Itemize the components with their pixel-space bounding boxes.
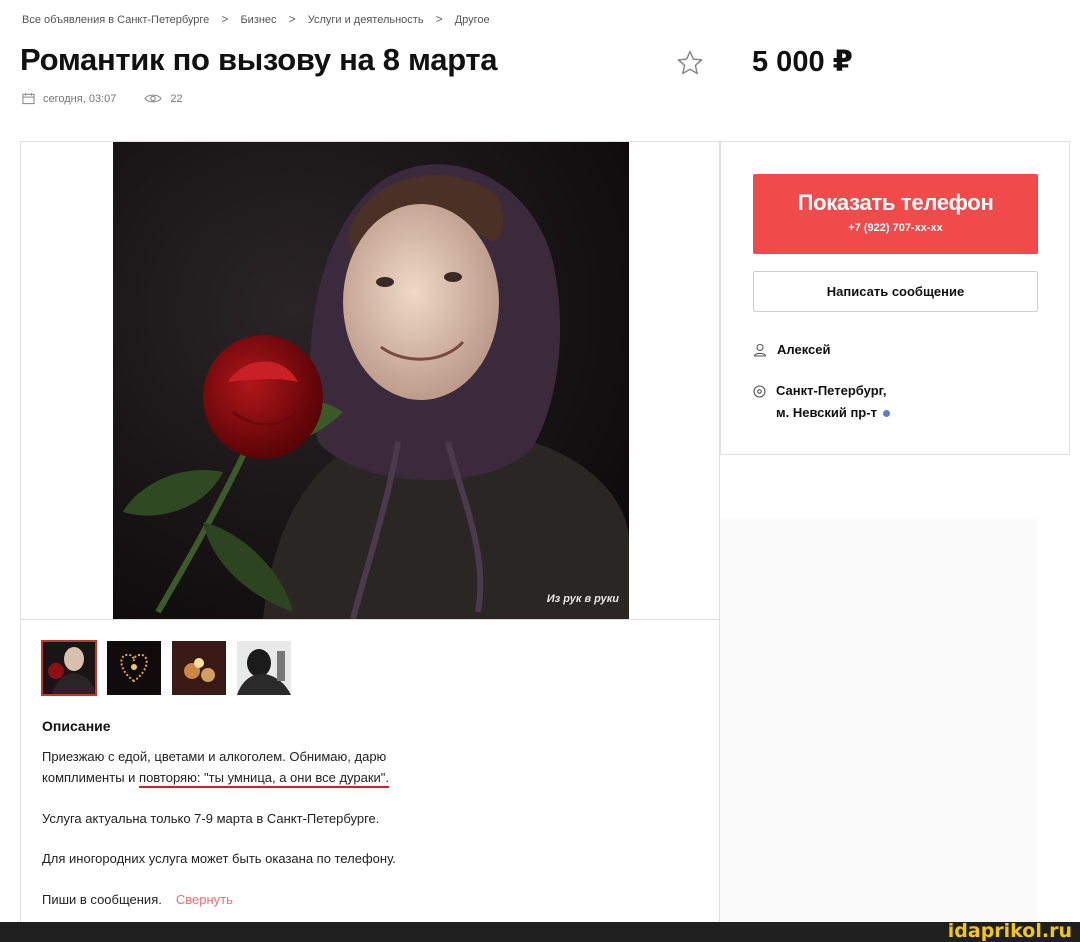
photo-watermark: Из рук в руки xyxy=(546,593,619,605)
user-icon xyxy=(753,343,767,357)
show-phone-label: Показать телефон xyxy=(797,190,994,215)
site-mark: idaprikol.ru xyxy=(947,920,1072,942)
breadcrumb-item-all[interactable]: Все объявления в Санкт-Петербурге xyxy=(22,14,209,26)
phone-masked: +7 (922) 707-xx-xx xyxy=(848,222,943,234)
breadcrumb-item-business[interactable]: Бизнес xyxy=(240,14,276,26)
description-line-2-prefix: комплименты и xyxy=(42,770,140,785)
calendar-icon xyxy=(22,92,35,105)
breadcrumb-item-other[interactable]: Другое xyxy=(455,14,490,26)
views-counter: 22 xyxy=(144,92,183,105)
description-heading: Описание xyxy=(42,718,111,734)
description-paragraph-2: Услуга актуальна только 7-9 марта в Санк… xyxy=(42,811,380,826)
listing-date: сегодня, 03:07 xyxy=(43,92,117,105)
bottom-bar: idaprikol.ru xyxy=(0,920,1080,942)
eye-icon xyxy=(144,94,163,103)
star-outline-icon[interactable] xyxy=(675,48,705,78)
page-title: Романтик по вызову на 8 марта xyxy=(20,42,498,77)
description-paragraph-4: Пиши в сообщения. Свернуть xyxy=(42,889,233,910)
thumbnail-4[interactable] xyxy=(237,641,291,695)
views-count: 22 xyxy=(170,92,183,105)
thumbnail-strip xyxy=(41,640,302,696)
description-underlined-quote: повторяю: "ты умница, а они все дураки". xyxy=(139,770,390,788)
breadcrumb-separator: > xyxy=(288,12,296,26)
write-message-button[interactable]: Написать сообщение xyxy=(753,271,1038,312)
breadcrumb-item-services[interactable]: Услуги и деятельность xyxy=(308,14,424,26)
sidebar-blank-area xyxy=(720,519,1038,922)
thumbnail-3[interactable] xyxy=(172,641,226,695)
location-text: Санкт-Петербург, м. Невский пр-т xyxy=(776,380,890,424)
main-photo[interactable]: Из рук в руки xyxy=(113,142,629,619)
map-pin-icon xyxy=(753,385,766,398)
show-phone-button[interactable]: Показать телефон +7 (922) 707-xx-xx xyxy=(753,174,1038,254)
breadcrumb: Все объявления в Санкт-Петербурге > Бизн… xyxy=(22,12,490,26)
listing-meta: сегодня, 03:07 22 xyxy=(22,92,183,105)
collapse-link[interactable]: Свернуть xyxy=(176,892,233,907)
price: 5 000 ₽ xyxy=(752,46,853,78)
description-line-1: Приезжаю с едой, цветами и алкоголем. Об… xyxy=(42,749,387,764)
seller-name[interactable]: Алексей xyxy=(777,342,831,357)
thumbnail-2[interactable] xyxy=(107,641,161,695)
thumbnail-1[interactable] xyxy=(41,640,97,696)
location-metro: м. Невский пр-т xyxy=(776,405,877,420)
description-line-2: комплименты и повторяю: "ты умница, а он… xyxy=(42,767,390,788)
description-paragraph-4-text: Пиши в сообщения. xyxy=(42,892,162,907)
location-city: Санкт-Петербург, xyxy=(776,383,887,398)
location-metro-line: м. Невский пр-т xyxy=(776,402,890,424)
location-info: Санкт-Петербург, м. Невский пр-т xyxy=(753,380,890,424)
breadcrumb-separator: > xyxy=(435,12,443,26)
description-paragraph-3: Для иногородних услуга может быть оказан… xyxy=(42,851,396,866)
breadcrumb-separator: > xyxy=(221,12,229,26)
metro-dot xyxy=(882,410,890,418)
seller-info: Алексей xyxy=(753,342,831,357)
divider xyxy=(20,619,720,620)
main-photo-image xyxy=(113,142,629,619)
